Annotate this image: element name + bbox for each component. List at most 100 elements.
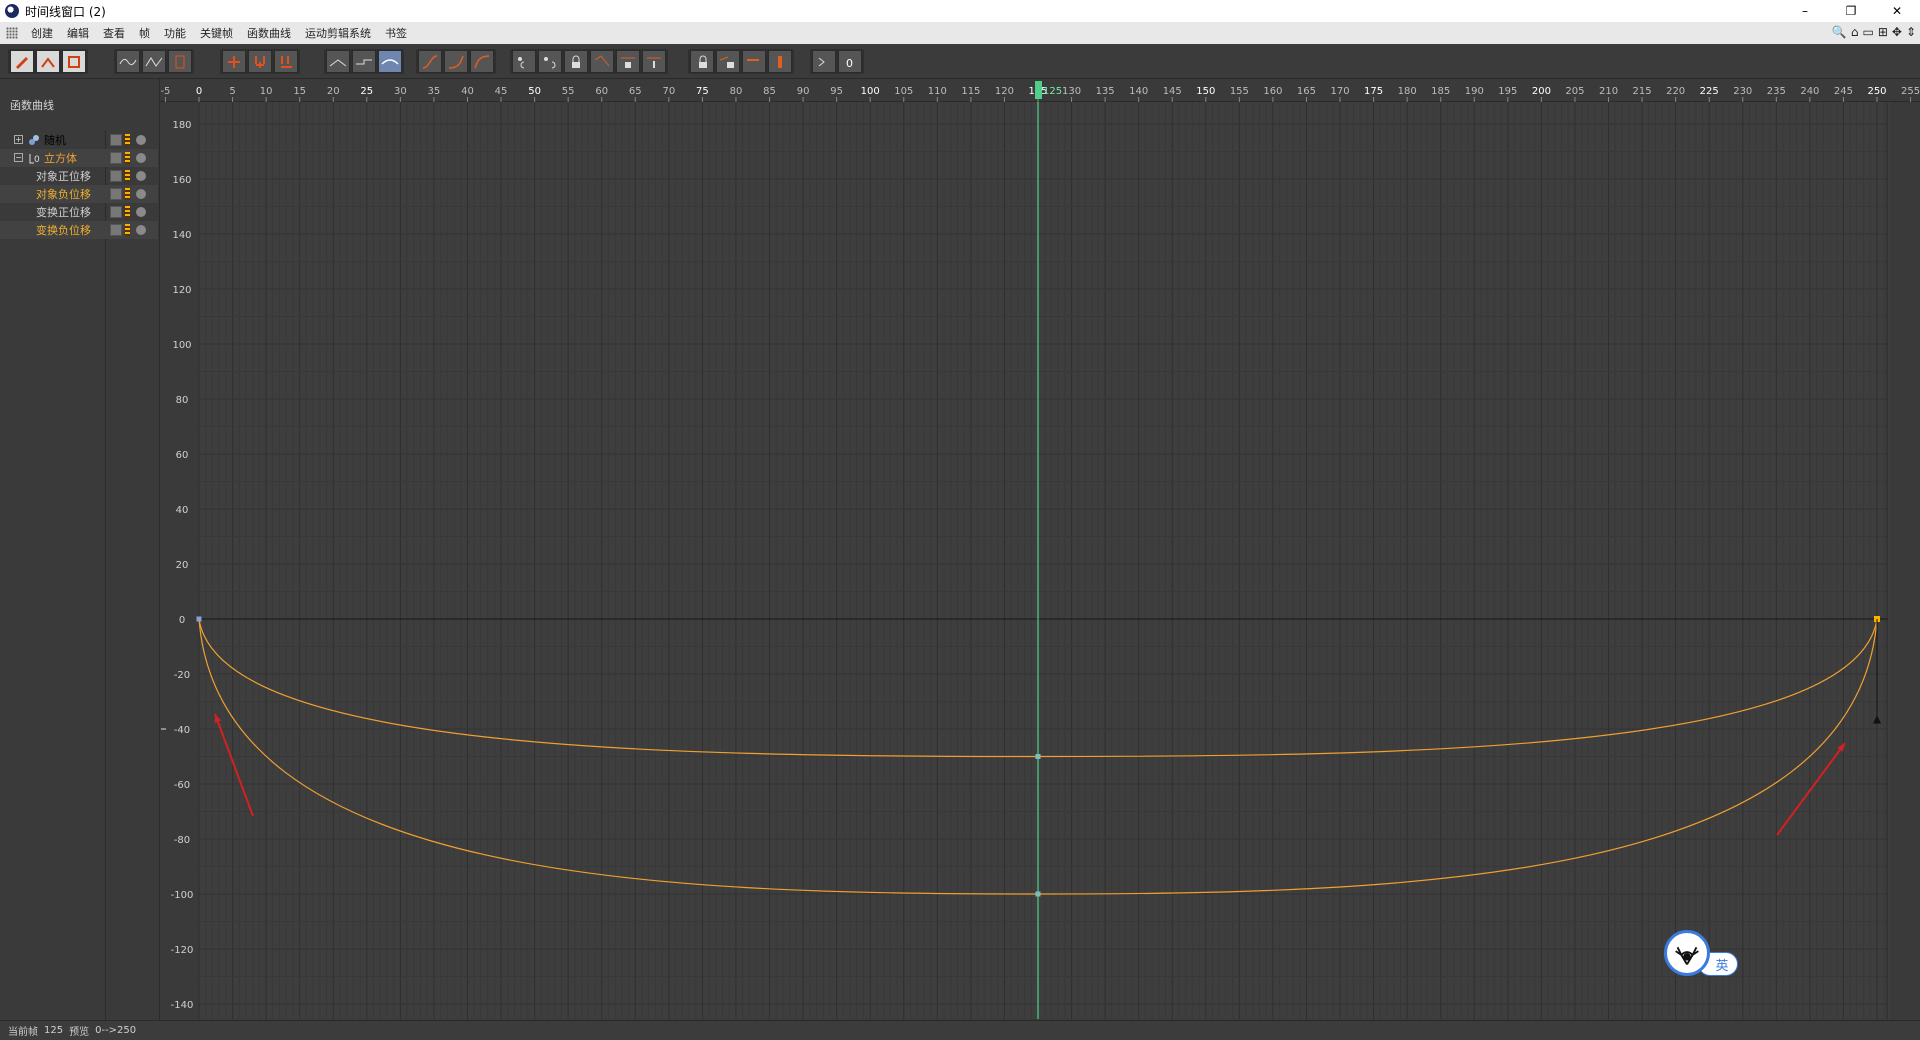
home-icon[interactable]: ⌂ — [1851, 25, 1859, 39]
tree-item-cube[interactable]: − 0 立方体 — [0, 149, 158, 167]
ruler-tick-label: 45 — [495, 86, 508, 97]
track-curve-icon[interactable] — [110, 188, 122, 200]
remove-overshoot-button[interactable] — [768, 50, 792, 73]
menu-grip-icon[interactable] — [6, 27, 18, 39]
status-bar: 当前帧 125 预览 0-->250 — [0, 1020, 1920, 1040]
move-view-icon[interactable]: ✥ — [1892, 25, 1902, 39]
fcurve-mode-button[interactable] — [36, 50, 60, 73]
restore-button[interactable]: ❐ — [1828, 0, 1874, 22]
delete-key-button[interactable] — [274, 50, 298, 73]
ruler-tick-label: 210 — [1599, 86, 1618, 97]
fcurve-object-panel: 函数曲线 + 随机 − 0 立方体 对象正位移 对象负位移 变换正位移 变换负位… — [0, 79, 160, 1020]
y-tick-label: -60 — [174, 780, 190, 791]
zero-length-button[interactable] — [616, 50, 640, 73]
ruler-tick-label: 160 — [1263, 86, 1282, 97]
ruler-tick-label: 70 — [662, 86, 675, 97]
track-solo-icon[interactable] — [136, 171, 146, 181]
y-tick-label: -120 — [171, 945, 194, 956]
zero-value-button[interactable]: 0 — [838, 50, 862, 73]
preview-label: 预览 — [69, 1027, 90, 1038]
close-button[interactable]: ✕ — [1874, 0, 1920, 22]
ruler-tick-label: -5 — [160, 86, 170, 97]
search-icon[interactable]: 🔍 — [1832, 25, 1847, 39]
tree-item-track[interactable]: 变换正位移 — [0, 203, 158, 221]
lock-tangent-angle-button[interactable] — [690, 50, 714, 73]
motion-mode-button[interactable] — [62, 50, 86, 73]
show-range-button[interactable] — [168, 50, 192, 73]
keyframe-mode-button[interactable] — [10, 50, 34, 73]
tree-item-random[interactable]: + 随机 — [0, 131, 158, 149]
auto-tangent-button[interactable] — [642, 50, 666, 73]
tree-item-track[interactable]: 对象负位移 — [0, 185, 158, 203]
track-curve-icon[interactable] — [110, 206, 122, 218]
menu-functions[interactable]: 功能 — [157, 25, 193, 41]
maximize-panel-icon[interactable]: ⊞ — [1878, 25, 1888, 39]
ease-tangent-button[interactable] — [378, 50, 402, 73]
menu-fcurve[interactable]: 函数曲线 — [240, 25, 298, 41]
ruler-tick-label: 225 — [1700, 86, 1719, 97]
track-solo-icon[interactable] — [136, 135, 146, 145]
lock-key-value-button[interactable] — [512, 50, 536, 73]
minimize-button[interactable]: – — [1782, 0, 1828, 22]
track-solo-icon[interactable] — [136, 153, 146, 163]
ime-indicator[interactable]: 英 — [1664, 930, 1744, 976]
break-tangent-button[interactable] — [326, 50, 350, 73]
show-velocity-button[interactable] — [812, 50, 836, 73]
y-tick-label: -20 — [174, 670, 190, 681]
step-tangent-button[interactable] — [352, 50, 376, 73]
ime-logo-icon[interactable] — [1664, 930, 1710, 976]
ease-in-button[interactable] — [444, 50, 468, 73]
track-solo-icon[interactable] — [136, 189, 146, 199]
menu-motion-system[interactable]: 运动剪辑系统 — [298, 25, 378, 41]
track-key-icon[interactable] — [125, 224, 130, 236]
tree-item-label: 随机 — [44, 134, 66, 147]
menu-create[interactable]: 创建 — [24, 25, 60, 41]
tree-item-track[interactable]: 变换负位移 — [0, 221, 158, 239]
ruler-tick-label: 175 — [1364, 86, 1383, 97]
track-curve-icon[interactable] — [110, 224, 122, 236]
zero-angle-button[interactable] — [590, 50, 614, 73]
ruler-tick-label: 35 — [428, 86, 441, 97]
track-key-icon[interactable] — [125, 170, 130, 182]
ruler-tick-label: 200 — [1532, 86, 1551, 97]
lock-key-time-button[interactable] — [538, 50, 562, 73]
menu-frame[interactable]: 帧 — [132, 25, 157, 41]
tree-item-track[interactable]: 对象正位移 — [0, 167, 158, 185]
expand-icon[interactable]: + — [14, 135, 23, 144]
track-key-icon[interactable] — [125, 188, 130, 200]
track-curve-icon[interactable] — [110, 170, 122, 182]
track-curve-icon[interactable] — [110, 152, 122, 164]
ruler-tick-label: 185 — [1431, 86, 1450, 97]
menu-view[interactable]: 查看 — [96, 25, 132, 41]
track-key-icon[interactable] — [125, 206, 130, 218]
ruler-tick-label: 20 — [327, 86, 340, 97]
show-curves-button[interactable] — [116, 50, 140, 73]
add-key-button[interactable] — [222, 50, 246, 73]
frame-all-icon[interactable]: ▭ — [1862, 25, 1873, 39]
track-solo-icon[interactable] — [136, 225, 146, 235]
scale-view-icon[interactable]: ⇕ — [1906, 25, 1916, 39]
menu-edit[interactable]: 编辑 — [60, 25, 96, 41]
track-curve-icon[interactable] — [110, 134, 122, 146]
ruler-tick-label: 170 — [1330, 86, 1349, 97]
track-key-icon[interactable] — [125, 152, 130, 164]
zero-tangent-button[interactable] — [742, 50, 766, 73]
add-multi-key-button[interactable] — [248, 50, 272, 73]
y-tick-label: -100 — [171, 890, 194, 901]
ease-out-button[interactable] — [470, 50, 494, 73]
ruler-tick-label: 60 — [595, 86, 608, 97]
collapse-icon[interactable]: − — [14, 153, 23, 162]
fcurve-canvas[interactable]: -5 0 5 10 15 20 25 30 35 40 45 50 55 60 65 70 75 80 85 90 95… — [160, 79, 1920, 1020]
ruler-tick-label: 150 — [1196, 86, 1215, 97]
fcurve-graph[interactable]: -5 0 5 10 15 20 25 30 35 40 45 50 55 60 65 70 75 80 85 90 95… — [160, 79, 1920, 1020]
lock-tangent-length-button[interactable] — [716, 50, 740, 73]
track-solo-icon[interactable] — [136, 207, 146, 217]
lock-tangent-button[interactable] — [564, 50, 588, 73]
show-tangents-button[interactable] — [142, 50, 166, 73]
y-tick-label: -40 — [174, 725, 190, 736]
ruler-tick-label: 140 — [1129, 86, 1148, 97]
track-key-icon[interactable] — [125, 134, 130, 146]
menu-bookmarks[interactable]: 书签 — [378, 25, 414, 41]
spline-interp-button[interactable] — [418, 50, 442, 73]
menu-keyframe[interactable]: 关键帧 — [193, 25, 240, 41]
